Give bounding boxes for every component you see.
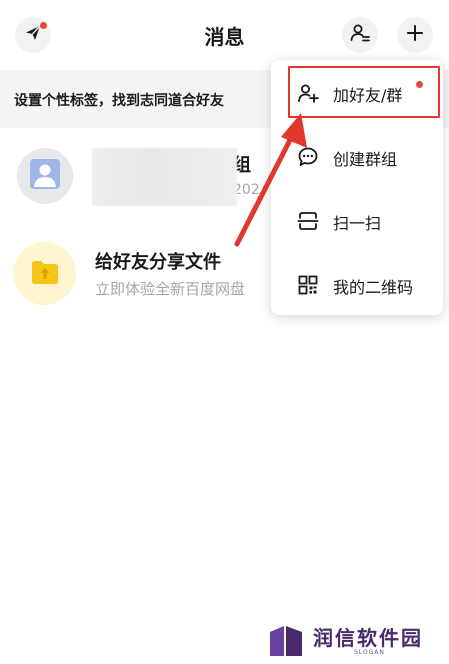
- person-placeholder-icon: [28, 157, 62, 195]
- watermark: 润信软件园 SLOGAN: [268, 620, 443, 660]
- watermark-logo-icon: [268, 622, 306, 662]
- qr-code-icon: [297, 274, 319, 296]
- plus-icon: [406, 24, 424, 46]
- add-menu: 加好友/群 创建群组 扫一扫 我的二维码: [271, 60, 443, 315]
- watermark-text: 润信软件园: [313, 626, 423, 650]
- menu-item-label: 我的二维码: [333, 278, 414, 297]
- conversation-title: 给好友分享文件: [95, 252, 221, 273]
- conversation-subtitle: 立即体验全新百度网盘: [95, 280, 246, 298]
- menu-item-scan[interactable]: 扫一扫: [271, 195, 443, 247]
- contacts-button[interactable]: [342, 17, 378, 53]
- highlight-box: [288, 66, 440, 118]
- contacts-icon: [349, 22, 371, 48]
- menu-item-create-group[interactable]: 创建群组: [271, 131, 443, 183]
- privacy-blur: [92, 148, 237, 206]
- add-button[interactable]: [397, 17, 433, 53]
- conversation-subtitle: 202: [233, 182, 260, 198]
- folder-upload-icon: [30, 258, 60, 290]
- chat-bubble-icon: [297, 146, 319, 168]
- scan-icon: [297, 210, 319, 232]
- avatar: [17, 148, 73, 204]
- menu-item-label: 扫一扫: [333, 214, 382, 233]
- menu-item-qr-code[interactable]: 我的二维码: [271, 259, 443, 311]
- watermark-slogan: SLOGAN: [354, 649, 385, 656]
- menu-item-label: 创建群组: [333, 150, 398, 169]
- tag-banner-text: 设置个性标签，找到志同道合好友: [14, 93, 224, 109]
- page-title: 消息: [204, 25, 245, 49]
- avatar: [13, 242, 76, 305]
